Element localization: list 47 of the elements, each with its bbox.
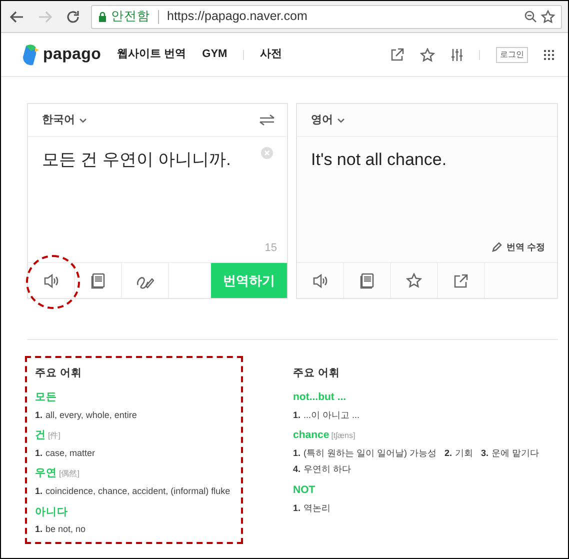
share-icon[interactable]: [390, 48, 404, 62]
definition: 3. 운에 맡기다: [481, 446, 540, 460]
swap-arrows-icon[interactable]: [259, 114, 275, 126]
definition: 1. case, matter: [35, 446, 96, 460]
chevron-down-icon: [337, 118, 345, 122]
sliders-icon[interactable]: [451, 48, 463, 62]
section-title: 주요 어휘: [35, 366, 83, 381]
star-icon[interactable]: [406, 272, 422, 288]
speaker-icon[interactable]: [43, 272, 59, 290]
source-text[interactable]: 모든 건 우연이 아니니까.: [42, 147, 261, 172]
language-selector[interactable]: 한국어: [42, 112, 87, 128]
definition: 4. 우연히 하다: [293, 463, 352, 476]
language-selector[interactable]: 영어: [311, 112, 345, 128]
book-icon[interactable]: [359, 272, 375, 289]
definition: 1. ...이 아니고 ...: [293, 408, 360, 422]
share-icon[interactable]: [453, 272, 469, 288]
login-button[interactable]: 로그인: [496, 46, 528, 62]
address-bar[interactable]: 안전함 https://papago.naver.com: [91, 4, 562, 28]
speaker-icon[interactable]: [312, 272, 328, 290]
definition: 1. coincidence, chance, accident, (informal) fluke: [35, 485, 230, 498]
nav-link[interactable]: 사전: [260, 46, 282, 63]
section-title: 주요 어휘: [293, 366, 341, 381]
security-label: 안전함: [111, 8, 150, 26]
book-icon[interactable]: [90, 272, 106, 289]
pencil-icon: [492, 242, 502, 252]
edit-translation-button[interactable]: 번역 수정: [492, 240, 545, 254]
bookmark-star-icon[interactable]: [541, 10, 555, 23]
zoom-icon[interactable]: [524, 10, 537, 23]
definition: 1. be not, no: [35, 523, 86, 536]
nav-link[interactable]: 웹사이트 번역: [117, 46, 186, 63]
lock-icon: [98, 11, 107, 22]
word-annotation: [偶然]: [59, 468, 80, 480]
translation-text: It's not all chance.: [311, 149, 448, 171]
apps-grid-icon[interactable]: [544, 48, 554, 60]
definition: 1. 역논리: [293, 502, 331, 514]
word-annotation: [件]: [48, 430, 60, 442]
definition: 1. (특히 원하는 일이 일어날) 가능성: [293, 446, 437, 460]
chevron-down-icon: [79, 118, 87, 122]
definition: 2. 기회: [444, 446, 474, 460]
url-text: https://papago.naver.com: [167, 8, 308, 26]
nav-link[interactable]: GYM: [202, 46, 228, 63]
character-count: 15: [264, 240, 277, 256]
parrot-logo-icon: [21, 42, 39, 66]
word-annotation: [tʃæns]: [331, 430, 356, 442]
definition: 1. all, every, whole, entire: [35, 408, 137, 422]
star-icon[interactable]: [420, 48, 435, 62]
logo-text[interactable]: papago: [43, 42, 102, 66]
